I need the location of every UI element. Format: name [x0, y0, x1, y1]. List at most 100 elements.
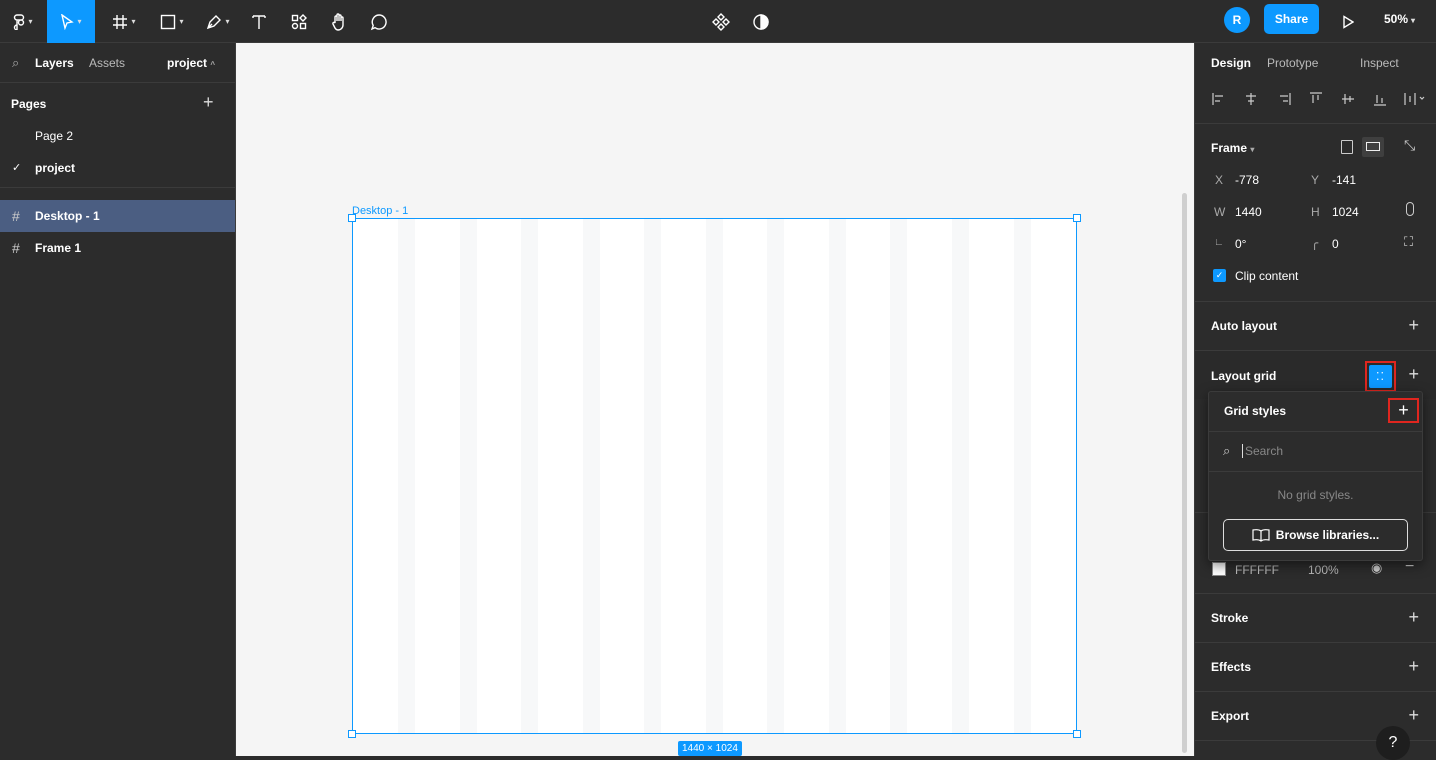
align-right-icon: [1280, 93, 1291, 105]
frame-hash-icon: #: [12, 208, 20, 224]
vertical-scrollbar[interactable]: [1182, 193, 1187, 753]
clip-content-checkbox[interactable]: ✓: [1213, 269, 1226, 282]
add-stroke-button[interactable]: +: [1408, 608, 1419, 626]
figma-menu-icon: [14, 13, 25, 30]
theme-toggle-button[interactable]: [748, 0, 774, 43]
tab-prototype[interactable]: Prototype: [1267, 56, 1318, 70]
chevron-down-icon: ▾: [1250, 145, 1255, 154]
share-button[interactable]: Share: [1264, 4, 1319, 34]
desktop-frame[interactable]: [352, 218, 1077, 734]
move-tool-icon: [61, 13, 75, 30]
align-top-button[interactable]: [1309, 92, 1323, 106]
search-layers-icon[interactable]: ⌕: [12, 55, 19, 71]
align-right-button[interactable]: [1277, 92, 1291, 106]
size-badge: 1440 × 1024: [678, 741, 742, 756]
left-panel: ⌕ Layers Assets project ^ Pages + Page 2…: [0, 43, 236, 756]
layer-label: Frame 1: [35, 241, 82, 255]
grid-column: [952, 219, 969, 733]
frame-label[interactable]: Desktop - 1: [352, 205, 408, 217]
grid-styles-title: Grid styles: [1224, 404, 1287, 418]
components-button[interactable]: [708, 0, 734, 43]
align-left-button[interactable]: [1212, 92, 1226, 106]
browse-libraries-button[interactable]: Browse libraries...: [1223, 519, 1408, 551]
frame-title-text: Frame: [1211, 141, 1248, 155]
present-button[interactable]: [1336, 0, 1360, 43]
move-tool-button[interactable]: ▾: [47, 0, 95, 43]
fill-opacity-input[interactable]: 100%: [1308, 563, 1339, 577]
align-middle-icon: [1342, 94, 1354, 104]
grid-styles-button[interactable]: ⁚⁚: [1365, 361, 1396, 392]
frame-tool-button[interactable]: ▾: [104, 0, 144, 43]
distribute-button[interactable]: [1404, 92, 1428, 106]
fill-color-swatch[interactable]: [1212, 562, 1226, 576]
divider: [0, 187, 235, 188]
align-bottom-button[interactable]: [1373, 92, 1387, 106]
pen-tool-button[interactable]: ▾: [198, 0, 238, 43]
fill-hex-input[interactable]: FFFFFF: [1235, 563, 1279, 577]
resize-handle-bottom-right[interactable]: [1073, 730, 1081, 738]
y-input[interactable]: -141: [1332, 173, 1356, 187]
constrain-proportions-icon[interactable]: [1406, 202, 1414, 216]
chevron-down-icon: ▾: [131, 17, 136, 26]
left-panel-tabs: ⌕ Layers Assets project ^: [0, 43, 235, 83]
user-avatar[interactable]: R: [1224, 7, 1250, 33]
chevron-down-icon: ▾: [28, 17, 33, 26]
main-menu-button[interactable]: ▾: [4, 0, 42, 43]
align-middle-button[interactable]: [1341, 92, 1355, 106]
eye-icon[interactable]: ◉: [1371, 560, 1382, 576]
tab-layers[interactable]: Layers: [35, 56, 74, 70]
canvas[interactable]: Desktop - 1 1440 × 1024: [236, 43, 1194, 756]
project-dropdown[interactable]: project ^: [167, 56, 215, 70]
page-item-project[interactable]: project: [35, 161, 75, 175]
height-input[interactable]: 1024: [1332, 205, 1359, 219]
add-effect-button[interactable]: +: [1408, 657, 1419, 675]
empty-state-text: No grid styles.: [1277, 488, 1354, 502]
frame-title[interactable]: Frame ▾: [1211, 141, 1254, 155]
hand-tool-button[interactable]: [326, 0, 352, 43]
resize-to-fit-icon[interactable]: ⤡: [1404, 137, 1415, 154]
x-input[interactable]: -778: [1235, 173, 1259, 187]
align-center-horizontal-icon: [1246, 93, 1256, 105]
create-grid-style-button[interactable]: +: [1388, 398, 1419, 423]
present-icon: [1343, 14, 1354, 29]
text-tool-icon: [252, 14, 266, 29]
corner-radius-input[interactable]: 0: [1332, 237, 1339, 251]
auto-layout-title: Auto layout: [1211, 319, 1277, 333]
text-tool-button[interactable]: [246, 0, 272, 43]
page-item-page-2[interactable]: Page 2: [35, 129, 73, 143]
add-layout-grid-button[interactable]: +: [1408, 365, 1419, 383]
shape-tool-button[interactable]: ▾: [152, 0, 192, 43]
align-center-h-button[interactable]: [1244, 92, 1258, 106]
resources-button[interactable]: [286, 0, 312, 43]
chevron-down-icon: ▾: [1411, 16, 1416, 25]
pages-title: Pages: [11, 97, 47, 111]
distribute-icon: [1404, 93, 1425, 105]
help-button[interactable]: ?: [1376, 726, 1410, 760]
add-page-button[interactable]: +: [203, 92, 214, 113]
tab-design[interactable]: Design: [1211, 56, 1251, 70]
chevron-down-icon: ▾: [225, 17, 230, 26]
grid-column: [829, 219, 846, 733]
tab-inspect[interactable]: Inspect: [1360, 56, 1399, 70]
resize-handle-top-left[interactable]: [348, 214, 356, 222]
portrait-orientation-button[interactable]: [1341, 140, 1353, 154]
add-auto-layout-button[interactable]: +: [1408, 316, 1419, 334]
search-input[interactable]: [1242, 444, 1402, 458]
rotation-input[interactable]: 0°: [1235, 237, 1246, 251]
grid-styles-icon: ⁚⁚: [1369, 365, 1392, 388]
width-input[interactable]: 1440: [1235, 205, 1262, 219]
resize-handle-bottom-left[interactable]: [348, 730, 356, 738]
resize-handle-top-right[interactable]: [1073, 214, 1081, 222]
layer-row-frame-1[interactable]: # Frame 1: [0, 232, 235, 264]
add-export-button[interactable]: +: [1408, 706, 1419, 724]
tab-assets[interactable]: Assets: [89, 56, 125, 70]
book-icon: [1252, 529, 1270, 542]
comment-icon: [370, 13, 387, 30]
independent-corners-icon[interactable]: ⛶: [1404, 234, 1413, 250]
auto-layout-section: Auto layout +: [1195, 301, 1436, 350]
comment-tool-button[interactable]: [366, 0, 392, 43]
landscape-orientation-button[interactable]: [1362, 137, 1384, 157]
layer-row-desktop-1[interactable]: # Desktop - 1: [0, 200, 235, 232]
stroke-title: Stroke: [1211, 611, 1249, 625]
zoom-dropdown[interactable]: 50% ▾: [1384, 12, 1415, 26]
